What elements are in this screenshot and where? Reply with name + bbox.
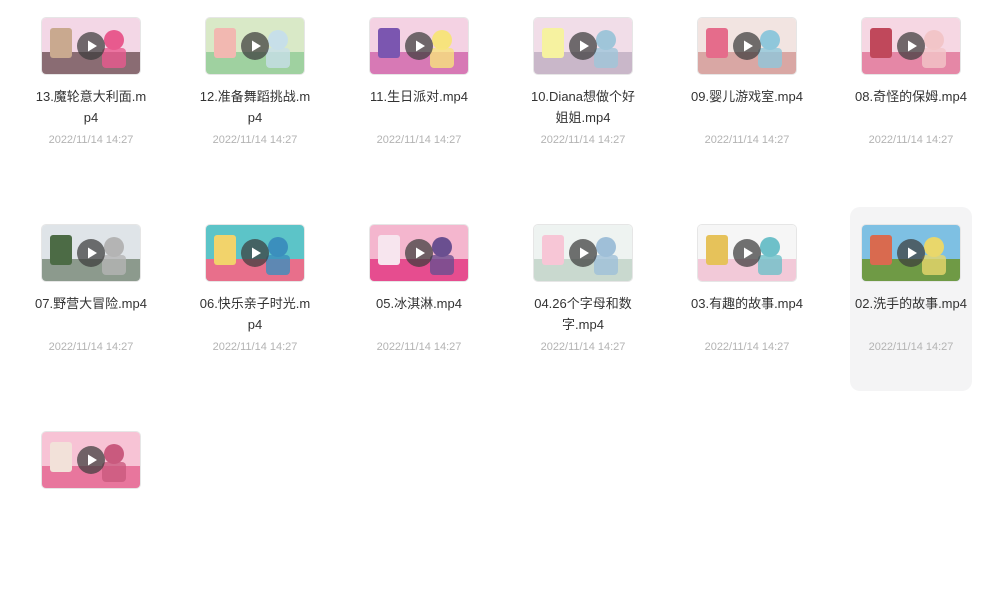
video-thumbnail[interactable]	[862, 18, 960, 74]
video-thumbnail[interactable]	[370, 225, 468, 281]
file-date: 2022/11/14 14:27	[48, 341, 134, 353]
file-date: 2022/11/14 14:27	[212, 134, 298, 146]
play-icon[interactable]	[897, 32, 925, 60]
file-item[interactable]: 06.快乐亲子时光.mp4 2022/11/14 14:27	[194, 207, 316, 391]
file-item[interactable]: 12.准备舞蹈挑战.mp4 2022/11/14 14:27	[194, 0, 316, 184]
video-thumbnail[interactable]	[42, 18, 140, 74]
play-icon[interactable]	[241, 32, 269, 60]
file-item[interactable]: 04.26个字母和数字.mp4 2022/11/14 14:27	[522, 207, 644, 391]
file-name: 04.26个字母和数字.mp4	[534, 296, 632, 332]
play-icon[interactable]	[897, 239, 925, 267]
file-item[interactable]	[30, 414, 152, 598]
play-icon[interactable]	[569, 32, 597, 60]
file-item[interactable]: 07.野营大冒险.mp4 2022/11/14 14:27	[30, 207, 152, 391]
file-name: 05.冰淇淋.mp4	[376, 296, 462, 311]
video-thumbnail[interactable]	[206, 225, 304, 281]
play-icon[interactable]	[241, 239, 269, 267]
file-name: 11.生日派对.mp4	[369, 89, 468, 104]
file-item[interactable]: 02.洗手的故事.mp4 2022/11/14 14:27	[850, 207, 972, 391]
file-name: 03.有趣的故事.mp4	[691, 296, 803, 311]
play-icon[interactable]	[77, 446, 105, 474]
video-thumbnail[interactable]	[42, 432, 140, 488]
video-thumbnail[interactable]	[698, 18, 796, 74]
file-date: 2022/11/14 14:27	[868, 341, 954, 353]
file-name: 06.快乐亲子时光.mp4	[199, 296, 311, 332]
file-item[interactable]: 05.冰淇淋.mp4 2022/11/14 14:27	[358, 207, 480, 391]
file-date: 2022/11/14 14:27	[704, 134, 790, 146]
file-grid: 13.魔轮意大利面.mp4 2022/11/14 14:27 12.准备舞蹈挑战.m…	[0, 0, 984, 504]
play-icon[interactable]	[405, 239, 433, 267]
play-icon[interactable]	[733, 239, 761, 267]
video-thumbnail[interactable]	[698, 225, 796, 281]
play-icon[interactable]	[733, 32, 761, 60]
video-thumbnail[interactable]	[862, 225, 960, 281]
file-name: 08.奇怪的保姆.mp4	[855, 89, 967, 104]
file-date: 2022/11/14 14:27	[540, 341, 626, 353]
file-item[interactable]: 09.婴儿游戏室.mp4 2022/11/14 14:27	[686, 0, 808, 184]
file-name: 12.准备舞蹈挑战.mp4	[199, 89, 311, 125]
video-thumbnail[interactable]	[42, 225, 140, 281]
file-item[interactable]: 03.有趣的故事.mp4 2022/11/14 14:27	[686, 207, 808, 391]
video-thumbnail[interactable]	[370, 18, 468, 74]
play-icon[interactable]	[77, 32, 105, 60]
play-icon[interactable]	[569, 239, 597, 267]
file-name: 07.野营大冒险.mp4	[35, 296, 147, 311]
file-name: 02.洗手的故事.mp4	[855, 296, 967, 311]
video-thumbnail[interactable]	[534, 225, 632, 281]
file-name: 10.Diana想做个好姐姐.mp4	[530, 89, 636, 125]
file-date: 2022/11/14 14:27	[212, 341, 298, 353]
play-icon[interactable]	[405, 32, 433, 60]
file-name: 13.魔轮意大利面.mp4	[35, 89, 147, 125]
file-name: 09.婴儿游戏室.mp4	[691, 89, 803, 104]
file-date: 2022/11/14 14:27	[48, 134, 134, 146]
file-date: 2022/11/14 14:27	[376, 134, 462, 146]
video-thumbnail[interactable]	[534, 18, 632, 74]
file-date: 2022/11/14 14:27	[704, 341, 790, 353]
file-item[interactable]: 11.生日派对.mp4 2022/11/14 14:27	[358, 0, 480, 184]
file-item[interactable]: 08.奇怪的保姆.mp4 2022/11/14 14:27	[850, 0, 972, 184]
file-date: 2022/11/14 14:27	[540, 134, 626, 146]
file-item[interactable]: 13.魔轮意大利面.mp4 2022/11/14 14:27	[30, 0, 152, 184]
play-icon[interactable]	[77, 239, 105, 267]
file-date: 2022/11/14 14:27	[376, 341, 462, 353]
video-thumbnail[interactable]	[206, 18, 304, 74]
file-item[interactable]: 10.Diana想做个好姐姐.mp4 2022/11/14 14:27	[522, 0, 644, 184]
file-date: 2022/11/14 14:27	[868, 134, 954, 146]
